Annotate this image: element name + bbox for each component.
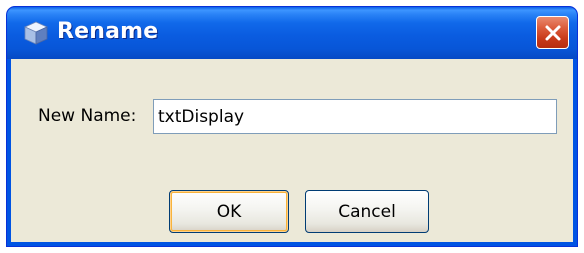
cancel-button[interactable]: Cancel: [305, 190, 429, 233]
new-name-input[interactable]: [153, 99, 557, 134]
close-icon: [545, 25, 561, 41]
ok-button[interactable]: OK: [169, 190, 289, 233]
dialog-body: New Name: OK Cancel: [11, 59, 573, 242]
close-button[interactable]: [536, 16, 569, 49]
cube-icon: [23, 20, 49, 46]
new-name-label: New Name:: [38, 106, 137, 126]
rename-dialog: Rename New Name: OK Cancel: [6, 6, 578, 247]
title-bar[interactable]: Rename: [7, 7, 577, 59]
dialog-title: Rename: [57, 19, 159, 44]
